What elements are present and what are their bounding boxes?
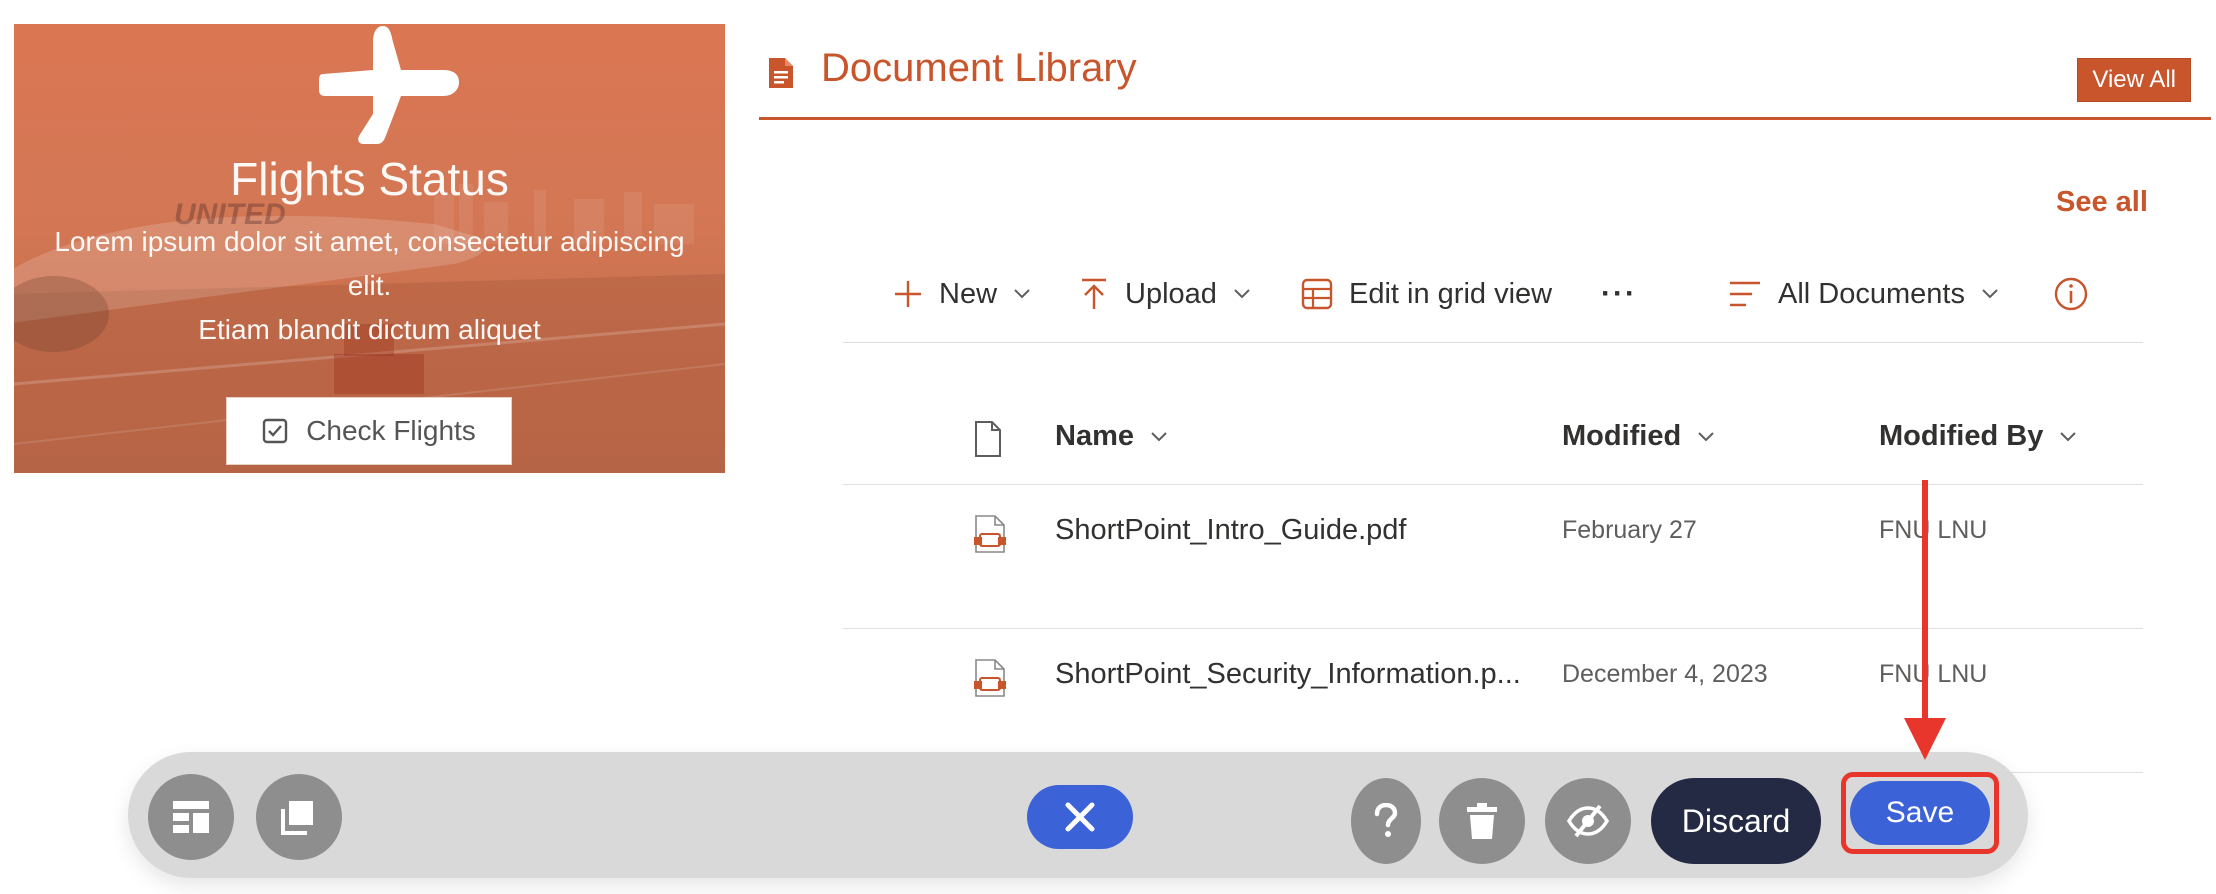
hide-button[interactable] xyxy=(1545,778,1631,864)
close-editor-button[interactable] xyxy=(1027,785,1133,849)
help-button[interactable] xyxy=(1351,778,1421,864)
help-icon xyxy=(1374,803,1398,837)
edit-grid-view-command[interactable]: Edit in grid view xyxy=(1301,262,1552,326)
new-command[interactable]: New xyxy=(893,262,1031,326)
plus-icon xyxy=(895,281,921,307)
view-all-button[interactable]: View All xyxy=(2077,58,2191,102)
command-bar: New Upload Edit in grid view ··· All Doc… xyxy=(843,262,2143,343)
column-header-label: Modified By xyxy=(1879,420,2044,452)
delete-button[interactable] xyxy=(1439,778,1525,864)
all-documents-view-selector[interactable]: All Documents xyxy=(1728,262,1999,326)
document-icon xyxy=(769,58,793,88)
chevron-down-icon xyxy=(1698,431,1714,441)
checkbox-icon xyxy=(262,418,288,444)
layout-button[interactable] xyxy=(148,774,234,860)
layout-icon xyxy=(173,801,209,833)
chevron-down-icon xyxy=(1014,289,1030,299)
flights-status-card: UNITED Flights Status Lorem ipsum dolor … xyxy=(14,24,725,473)
upload-label: Upload xyxy=(1125,277,1217,310)
document-library-header: Document Library View All xyxy=(759,30,2211,120)
check-flights-button[interactable]: Check Flights xyxy=(226,397,512,465)
upload-icon xyxy=(1082,278,1106,309)
list-view-icon xyxy=(1730,281,1760,307)
layers-button[interactable] xyxy=(256,774,342,860)
flights-status-title: Flights Status xyxy=(230,153,509,205)
editor-toolbar: Discard Save xyxy=(128,752,2028,878)
all-documents-label: All Documents xyxy=(1778,277,1965,310)
flights-description: Lorem ipsum dolor sit amet, consectetur … xyxy=(14,220,725,352)
description-line: Etiam blandit dictum aliquet xyxy=(198,314,541,345)
grid-icon xyxy=(1301,278,1333,310)
discard-button[interactable]: Discard xyxy=(1651,778,1821,864)
document-library-title: Document Library xyxy=(821,46,1137,90)
layers-icon xyxy=(281,801,313,835)
chevron-down-icon xyxy=(1151,431,1167,441)
file-name-link[interactable]: ShortPoint_Security_Information.p... xyxy=(1055,658,1521,691)
column-header-modified-by[interactable]: Modified By xyxy=(1879,420,2077,453)
annotation-arrow xyxy=(1904,480,1946,760)
info-button[interactable] xyxy=(2054,262,2088,326)
check-flights-label: Check Flights xyxy=(306,415,476,446)
info-icon xyxy=(2054,277,2088,311)
column-header-name[interactable]: Name xyxy=(1055,420,1168,453)
description-line: elit. xyxy=(347,270,392,301)
chevron-down-icon xyxy=(2060,431,2077,441)
upload-command[interactable]: Upload xyxy=(1079,262,1251,326)
modified-date: December 4, 2023 xyxy=(1562,660,1768,688)
column-header-modified[interactable]: Modified xyxy=(1562,420,1715,453)
chevron-down-icon xyxy=(1982,289,1998,299)
chevron-down-icon xyxy=(1234,289,1250,299)
close-icon xyxy=(1065,802,1095,832)
column-header-label: Name xyxy=(1055,420,1134,452)
see-all-link[interactable]: See all xyxy=(2056,186,2148,219)
description-line: Lorem ipsum dolor sit amet, consectetur … xyxy=(54,226,685,257)
more-options-button[interactable]: ··· xyxy=(1601,262,1637,326)
trash-icon xyxy=(1467,803,1497,839)
edit-grid-view-label: Edit in grid view xyxy=(1349,277,1553,310)
file-type-icon xyxy=(975,421,1001,457)
document-list-header: Name Modified Modified By xyxy=(843,400,2143,485)
pdf-file-icon xyxy=(974,659,1006,697)
more-label: ··· xyxy=(1601,277,1637,310)
column-header-label: Modified xyxy=(1562,420,1682,452)
new-label: New xyxy=(939,277,998,310)
modified-date: February 27 xyxy=(1562,516,1697,544)
hide-icon xyxy=(1567,804,1609,838)
save-button[interactable]: Save xyxy=(1850,781,1990,845)
file-name-link[interactable]: ShortPoint_Intro_Guide.pdf xyxy=(1055,514,1406,547)
airplane-icon xyxy=(319,26,459,144)
pdf-file-icon xyxy=(974,515,1006,553)
